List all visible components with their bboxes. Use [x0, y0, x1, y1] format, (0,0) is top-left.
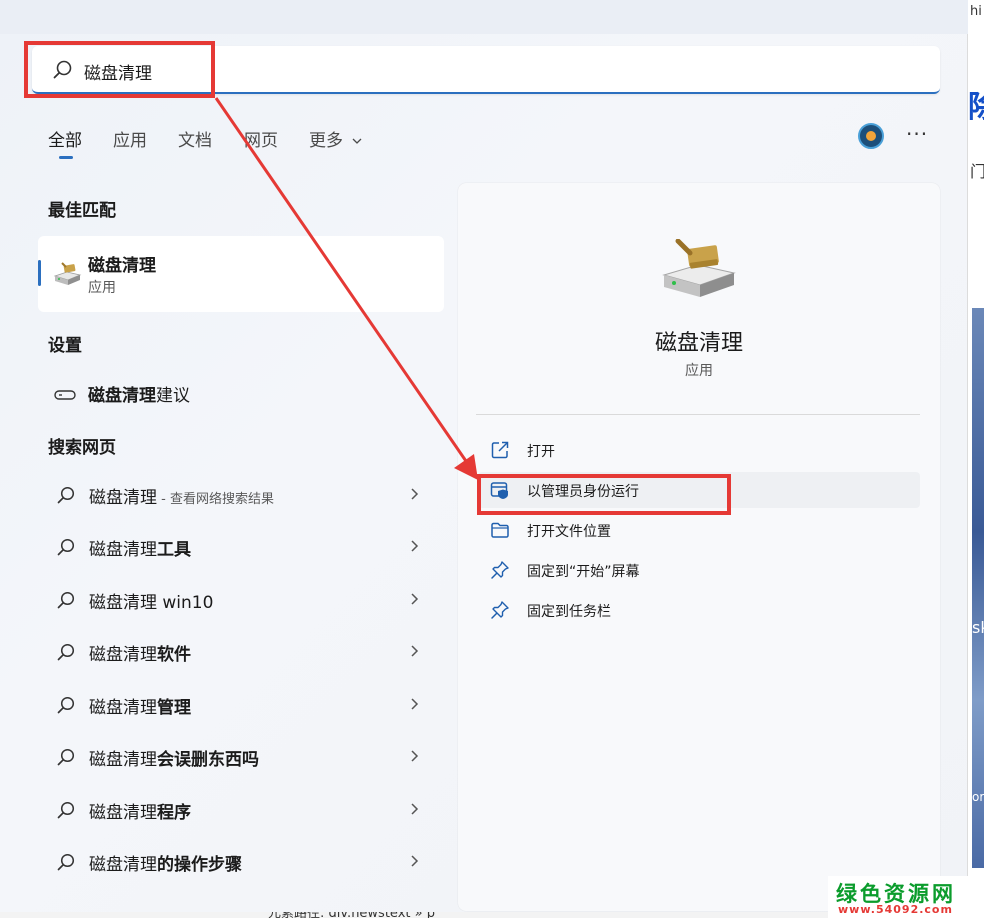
user-avatar[interactable] [858, 123, 884, 149]
divider [476, 414, 920, 415]
web-result-text: 磁盘清理 [89, 750, 157, 770]
storage-drive-icon [54, 386, 76, 400]
section-best-match: 最佳匹配 [48, 201, 116, 221]
chevron-down-icon [352, 138, 362, 144]
background-text-fragment: hi [970, 4, 982, 19]
disk-cleanup-app-icon [52, 260, 82, 288]
action-open-file-location[interactable]: 打开文件位置 [478, 512, 920, 548]
tab-more-label: 更多 [309, 131, 343, 151]
avatar-glyph [866, 131, 876, 141]
pin-icon [490, 600, 510, 620]
tab-more[interactable]: 更多 [309, 126, 363, 151]
web-result[interactable]: 磁盘清理 - 查看网络搜索结果 [38, 471, 444, 519]
search-icon [56, 852, 76, 872]
settings-result-bold: 磁盘清理 [88, 386, 156, 406]
search-icon [56, 747, 76, 767]
web-result[interactable]: 磁盘清理程序 [38, 786, 444, 834]
web-result-text: 磁盘清理 [89, 645, 157, 665]
action-pin-to-start-label: 固定到“开始”屏幕 [527, 564, 640, 580]
web-result-bold: 工具 [157, 540, 191, 560]
web-result-text: 磁盘清理 [89, 488, 157, 508]
settings-result[interactable]: 磁盘清理建议 [38, 372, 444, 412]
chevron-right-icon[interactable] [408, 485, 422, 503]
tab-web[interactable]: 网页 [244, 126, 278, 151]
web-result-label: 磁盘清理程序 [89, 798, 191, 823]
watermark-url: www.54092.com [838, 903, 953, 916]
chevron-right-icon[interactable] [408, 695, 422, 713]
web-result-bold: 会误删东西吗 [157, 750, 259, 770]
web-result-text: 磁盘清理 win10 [89, 593, 214, 613]
panel-top-strip [0, 0, 968, 34]
start-search-panel: 磁盘清理 全部 应用 文档 网页 更多 ··· 最佳匹配 磁盘清理 应用 设置 … [0, 0, 968, 912]
search-icon [56, 695, 76, 715]
web-result[interactable]: 磁盘清理的操作步骤 [38, 838, 444, 886]
web-result[interactable]: 磁盘清理工具 [38, 523, 444, 571]
web-result-label: 磁盘清理 - 查看网络搜索结果 [89, 483, 274, 508]
web-result-text: 磁盘清理 [89, 540, 157, 560]
active-tab-indicator [59, 156, 73, 159]
annotation-box-search [24, 41, 215, 98]
open-external-icon [490, 440, 510, 460]
action-open[interactable]: 打开 [478, 432, 920, 468]
background-image-text: or [972, 790, 984, 804]
web-result-label: 磁盘清理 win10 [89, 588, 213, 613]
chevron-right-icon[interactable] [408, 800, 422, 818]
action-pin-to-start[interactable]: 固定到“开始”屏幕 [478, 552, 920, 588]
chevron-right-icon[interactable] [408, 747, 422, 765]
web-result-label: 磁盘清理工具 [89, 535, 191, 560]
web-result-bold: 软件 [157, 645, 191, 665]
search-icon [56, 485, 76, 505]
action-pin-to-taskbar-label: 固定到任务栏 [527, 604, 611, 620]
background-text-fragment: 门 [970, 162, 984, 181]
result-detail-pane: 磁盘清理 应用 打开 以管理员身份运行 打开文件位置 固定到“开始”屏幕 固定到… [458, 183, 940, 911]
web-result-label: 磁盘清理管理 [89, 693, 191, 718]
background-image [972, 308, 984, 868]
disk-cleanup-app-icon [658, 238, 738, 303]
tab-all[interactable]: 全部 [48, 126, 82, 151]
tab-documents[interactable]: 文档 [178, 126, 212, 151]
web-result-label: 磁盘清理的操作步骤 [89, 850, 242, 875]
web-result-text: 磁盘清理 [89, 855, 157, 875]
web-result-label: 磁盘清理会误删东西吗 [89, 745, 259, 770]
detail-subtitle: 应用 [685, 363, 713, 379]
web-result[interactable]: 磁盘清理管理 [38, 681, 444, 729]
annotation-box-run-as-admin [477, 474, 731, 515]
settings-result-suffix: 建议 [156, 386, 190, 406]
selection-indicator [38, 260, 41, 286]
web-result[interactable]: 磁盘清理软件 [38, 628, 444, 676]
web-result-bold: 管理 [157, 698, 191, 718]
chevron-right-icon[interactable] [408, 852, 422, 870]
detail-title: 磁盘清理 [654, 331, 743, 356]
action-open-file-location-label: 打开文件位置 [527, 524, 611, 540]
web-result[interactable]: 磁盘清理会误删东西吗 [38, 733, 444, 781]
chevron-right-icon[interactable] [408, 590, 422, 608]
web-result-hint: - 查看网络搜索结果 [157, 492, 274, 507]
chevron-right-icon[interactable] [408, 642, 422, 660]
folder-icon [490, 520, 510, 540]
web-result-text: 磁盘清理 [89, 698, 157, 718]
best-match-result[interactable]: 磁盘清理 应用 [38, 236, 444, 312]
web-result[interactable]: 磁盘清理 win10 [38, 576, 444, 624]
web-result-text: 磁盘清理 [89, 803, 157, 823]
web-result-bold: 程序 [157, 803, 191, 823]
search-icon [56, 642, 76, 662]
search-icon [56, 590, 76, 610]
chevron-right-icon[interactable] [408, 537, 422, 555]
web-result-bold: 的操作步骤 [157, 855, 242, 875]
background-image-text: sk [972, 618, 984, 637]
section-settings: 设置 [48, 336, 82, 356]
search-icon [56, 800, 76, 820]
background-heading-fragment: 除 [968, 90, 984, 125]
section-web-search: 搜索网页 [48, 438, 116, 458]
action-pin-to-taskbar[interactable]: 固定到任务栏 [478, 592, 920, 628]
more-options-icon[interactable]: ··· [906, 122, 928, 146]
pin-icon [490, 560, 510, 580]
web-result-label: 磁盘清理软件 [89, 640, 191, 665]
best-match-subtitle: 应用 [88, 280, 116, 296]
best-match-title: 磁盘清理 [88, 256, 156, 276]
tab-apps[interactable]: 应用 [113, 126, 147, 151]
search-icon [56, 537, 76, 557]
settings-result-label: 磁盘清理建议 [88, 381, 190, 406]
action-open-label: 打开 [527, 444, 555, 460]
